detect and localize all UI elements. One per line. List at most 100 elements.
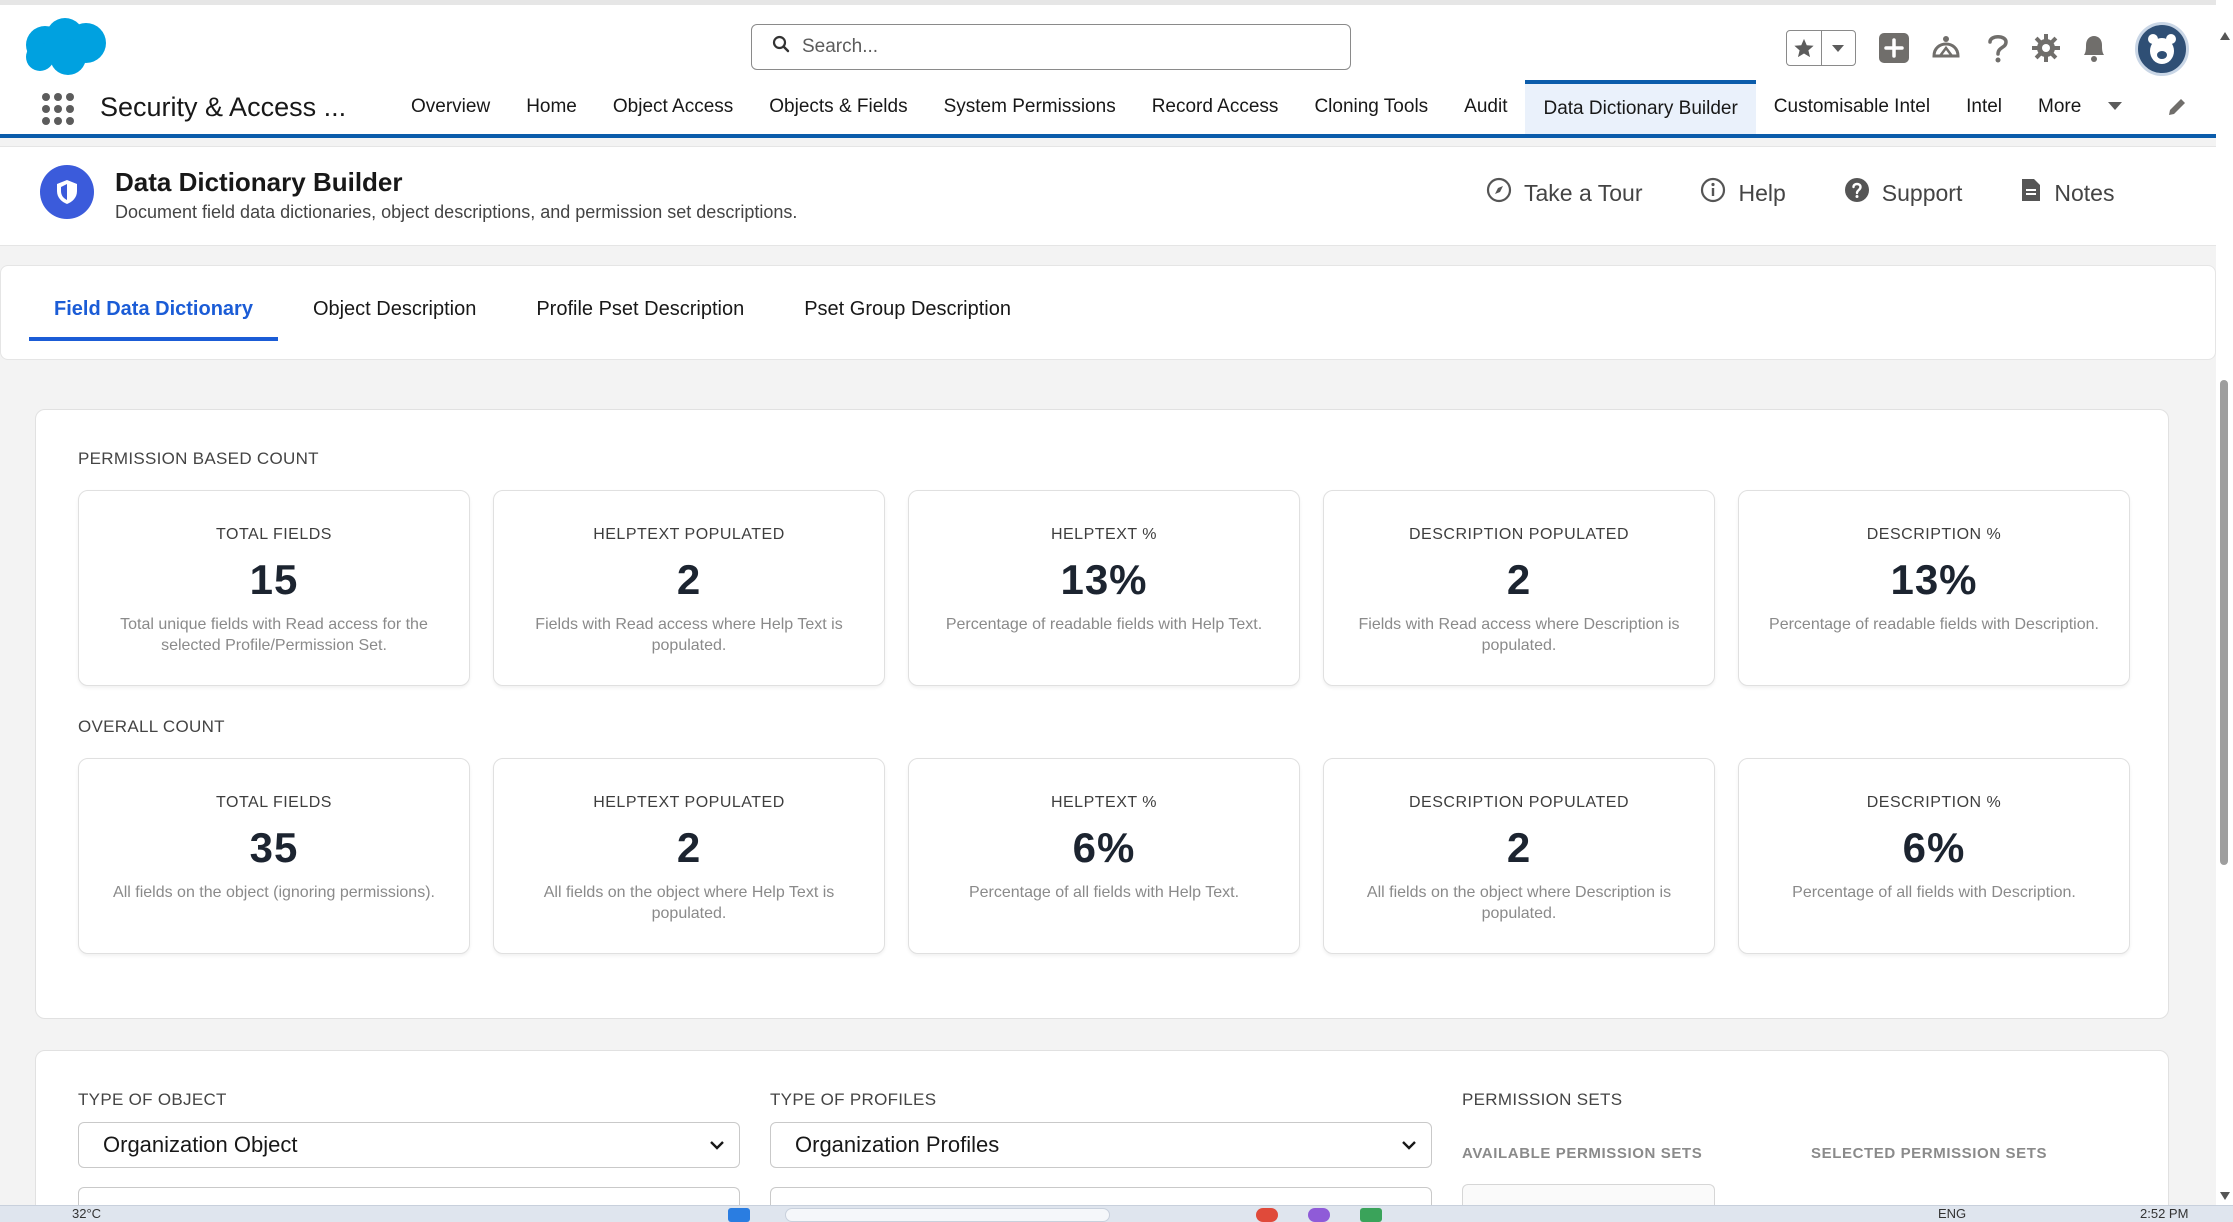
app-icon[interactable] [1308, 1208, 1330, 1222]
support-label: Support [1881, 179, 1963, 206]
stats-card: PERMISSION BASED COUNT TOTAL FIELDS 15 T… [35, 409, 2169, 1019]
search-placeholder: Search... [802, 36, 879, 57]
tile-description: Fields with Read access where Help Text … [535, 616, 843, 654]
type-of-object-value: Organization Object [103, 1132, 298, 1157]
support-button[interactable]: Support [1844, 177, 1963, 209]
scroll-down-arrow-icon[interactable] [2219, 1188, 2231, 1206]
tile-value: 6% [1072, 824, 1136, 871]
tile-title: DESCRIPTION POPULATED [1408, 526, 1629, 543]
overall-count-label: OVERALL COUNT [78, 717, 225, 736]
type-of-object-select[interactable]: Organization Object [78, 1122, 740, 1168]
tab-pset-group-description[interactable]: Pset Group Description [779, 298, 1036, 341]
nav-item-system-permissions[interactable]: System Permissions [926, 80, 1134, 134]
bell-icon[interactable] [2076, 30, 2112, 66]
page-actions: Take a Tour Help Support Notes [1486, 177, 2114, 209]
tab-field-data-dictionary[interactable]: Field Data Dictionary [29, 298, 278, 341]
tab-profile-pset-description[interactable]: Profile Pset Description [511, 298, 769, 341]
stat-tile-helptext-populated: HELPTEXT POPULATED 2 All fields on the o… [493, 758, 885, 954]
question-icon[interactable] [1980, 30, 2016, 66]
notes-label: Notes [2054, 179, 2115, 206]
chevron-down-icon [2107, 96, 2123, 118]
nav-item-data-dictionary-builder[interactable]: Data Dictionary Builder [1525, 80, 1756, 134]
taskbar-pinned [1256, 1208, 1382, 1222]
nav-item-objects-fields[interactable]: Objects & Fields [751, 80, 925, 134]
nav-more-menu[interactable]: More [2020, 80, 2141, 134]
filter-card: TYPE OF OBJECT Organization Object TYPE … [35, 1050, 2169, 1222]
search-icon [772, 35, 802, 59]
chevron-down-icon [1399, 1135, 1419, 1161]
tab-bar: Field Data Dictionary Object Description… [29, 298, 1046, 341]
stat-tile-description-populated: DESCRIPTION POPULATED 2 All fields on th… [1323, 758, 1715, 954]
app-icon[interactable] [1360, 1208, 1382, 1222]
nav-item-intel[interactable]: Intel [1948, 80, 2020, 134]
object-picker-input[interactable] [78, 1187, 740, 1207]
tile-title: DESCRIPTION POPULATED [1408, 794, 1629, 811]
notes-button[interactable]: Notes [2020, 177, 2114, 209]
tile-value: 2 [676, 824, 702, 871]
stat-tile-description-populated: DESCRIPTION POPULATED 2 Fields with Read… [1323, 490, 1715, 686]
tile-title: DESCRIPTION % [1866, 794, 2002, 811]
gear-icon[interactable] [2028, 30, 2064, 66]
start-icon[interactable] [728, 1208, 750, 1222]
scrollbar-thumb[interactable] [2220, 380, 2228, 865]
permission-tiles: TOTAL FIELDS 15 Total unique fields with… [78, 490, 2130, 686]
permission-sets-label: PERMISSION SETS [1462, 1090, 1623, 1109]
take-a-tour-button[interactable]: Take a Tour [1486, 177, 1642, 209]
taskbar-language[interactable]: ENG [1938, 1206, 1966, 1221]
nav-item-record-access[interactable]: Record Access [1134, 80, 1297, 134]
os-taskbar: 32°C ENG 2:52 PM [0, 1205, 2233, 1222]
stat-tile-helptext-populated: HELPTEXT POPULATED 2 Fields with Read ac… [493, 490, 885, 686]
profile-picker-input[interactable] [770, 1187, 1432, 1207]
plus-icon[interactable] [1876, 30, 1912, 66]
info-icon [1700, 177, 1726, 209]
edit-nav-pencil-icon[interactable] [2166, 96, 2188, 123]
nav-items: Overview Home Object Access Objects & Fi… [393, 80, 2141, 134]
app-name: Security & Access ... [100, 92, 347, 122]
trailhead-icon[interactable] [1928, 30, 1964, 66]
nav-item-home[interactable]: Home [508, 80, 595, 134]
tile-description: Percentage of readable fields with Help … [945, 616, 1263, 633]
tile-title: TOTAL FIELDS [216, 794, 332, 811]
type-of-profiles-select[interactable]: Organization Profiles [770, 1122, 1432, 1168]
salesforce-cloud-logo[interactable] [20, 15, 110, 77]
tabs-card: Field Data Dictionary Object Description… [0, 265, 2216, 360]
document-icon [2020, 177, 2042, 209]
star-icon[interactable] [1787, 31, 1822, 65]
chevron-down-icon [707, 1135, 727, 1161]
tile-title: DESCRIPTION % [1866, 526, 2002, 543]
taskbar-clock[interactable]: 2:52 PM [2140, 1206, 2188, 1221]
tile-value: 2 [1506, 556, 1532, 603]
type-of-object-label: TYPE OF OBJECT [78, 1090, 227, 1109]
taskbar-search[interactable] [785, 1208, 1110, 1222]
nav-item-customisable-intel[interactable]: Customisable Intel [1756, 80, 1948, 134]
tile-description: Percentage of all fields with Help Text. [968, 884, 1240, 901]
scroll-up-arrow-icon[interactable] [2219, 28, 2231, 46]
tab-object-description[interactable]: Object Description [288, 298, 501, 341]
permission-count-label: PERMISSION BASED COUNT [78, 449, 319, 468]
nav-item-audit[interactable]: Audit [1446, 80, 1525, 134]
tile-value: 13% [1890, 556, 1978, 603]
tile-description: Percentage of readable fields with Descr… [1769, 616, 2099, 633]
tile-description: Percentage of all fields with Descriptio… [1792, 884, 2076, 901]
user-avatar[interactable] [2135, 22, 2189, 76]
nav-item-object-access[interactable]: Object Access [595, 80, 751, 134]
taskbar-weather[interactable]: 32°C [72, 1206, 101, 1221]
nav-item-cloning-tools[interactable]: Cloning Tools [1296, 80, 1446, 134]
take-a-tour-label: Take a Tour [1524, 179, 1643, 206]
page-title: Data Dictionary Builder [115, 167, 403, 197]
tile-title: TOTAL FIELDS [216, 526, 332, 543]
type-of-profiles-label: TYPE OF PROFILES [770, 1090, 937, 1109]
page-scrollbar[interactable] [2216, 0, 2233, 1205]
tile-description: Total unique fields with Read access for… [120, 616, 428, 654]
page-subtitle: Document field data dictionaries, object… [115, 202, 798, 222]
browser-icon[interactable] [1256, 1208, 1278, 1222]
global-search-input[interactable]: Search... [751, 24, 1351, 70]
selected-permission-sets-label: SELECTED PERMISSION SETS [1811, 1145, 2048, 1162]
question-circle-icon [1844, 177, 1870, 209]
nav-item-overview[interactable]: Overview [393, 80, 508, 134]
app-launcher-icon[interactable] [40, 91, 76, 127]
available-permission-sets-label: AVAILABLE PERMISSION SETS [1462, 1145, 1703, 1162]
help-button[interactable]: Help [1700, 177, 1786, 209]
tile-value: 2 [676, 556, 702, 603]
chevron-down-icon[interactable] [1822, 31, 1856, 65]
